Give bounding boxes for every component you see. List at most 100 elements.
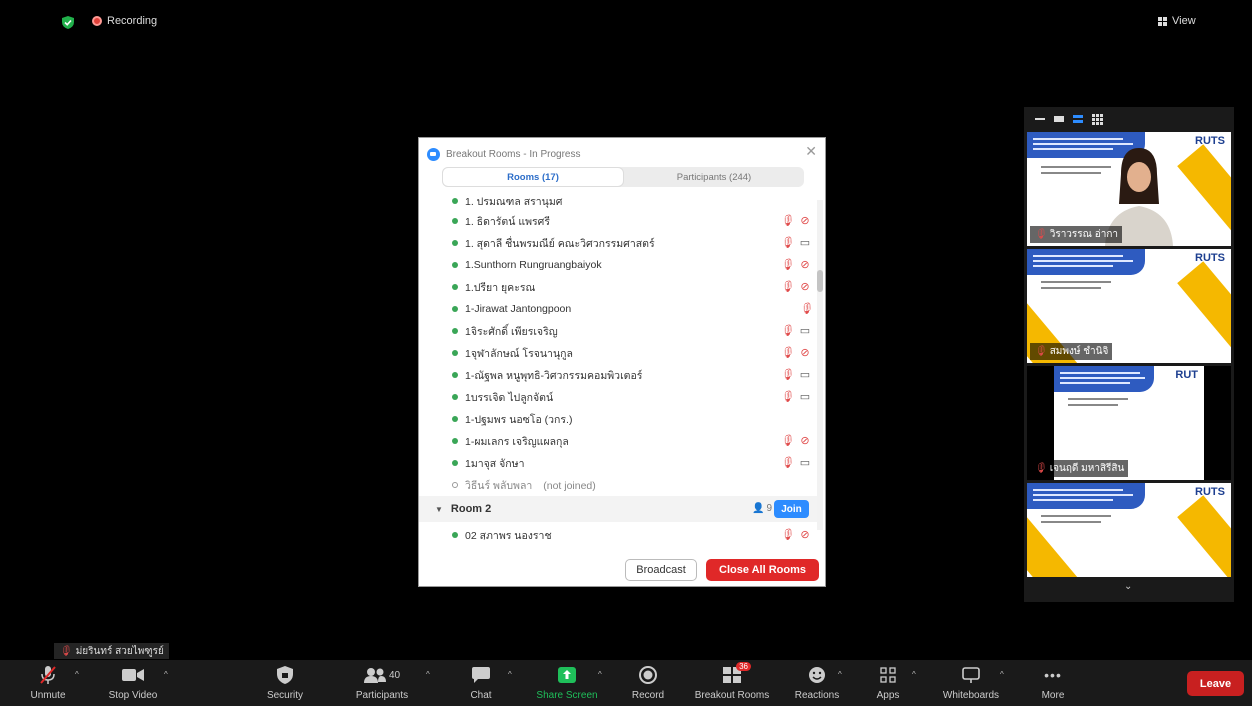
broadcast-button[interactable]: Broadcast (625, 559, 697, 581)
muted-mic-icon: 🎙 (780, 391, 794, 403)
chevron-up-icon[interactable]: ^ (75, 670, 79, 679)
list-item[interactable]: 1.ปรียา ยุคะรณ 🎙 ⊘ (419, 276, 817, 298)
chevron-up-icon[interactable]: ^ (508, 670, 512, 679)
status-dot-icon (452, 350, 458, 356)
gallery-grid-icon[interactable] (1092, 113, 1103, 125)
list-item[interactable]: 1บรรเจิด ไปลูกจัตน์ 🎙 ▭ (419, 386, 817, 408)
list-item[interactable]: 1-ปฐมพร นอซโอ (วกร.) (419, 408, 817, 430)
self-name: ม่ยรินทร์ สวยไพฑูรย์ (75, 645, 164, 657)
apps-label: Apps (876, 690, 900, 701)
list-item-not-joined[interactable]: วิธีนร์ พลับพลา (not joined) (419, 474, 817, 496)
breakout-rooms-label: Breakout Rooms (694, 690, 770, 701)
unmute-button[interactable]: Unmute (26, 660, 70, 706)
room-member-list: 1. ปรมณฑล สรานุมศ 1. ธิดารัตน์ แพรศรี 🎙 … (419, 190, 827, 540)
slide-decoration (1177, 144, 1231, 246)
list-scrollbar[interactable] (817, 200, 823, 530)
tab-rooms[interactable]: Rooms (17) (442, 167, 624, 187)
unmute-label: Unmute (30, 690, 66, 701)
chevron-up-icon[interactable]: ^ (164, 670, 168, 679)
list-item[interactable]: 1. สุดาลี ชื่นพรมณีย์ คณะวิศวกรรมศาสตร์ … (419, 232, 817, 254)
whiteboards-button[interactable]: Whiteboards (936, 660, 1006, 706)
member-name: วิธีนร์ พลับพลา (not joined) (465, 477, 817, 494)
list-item[interactable]: 1.Sunthorn Rungruangbaiyok 🎙 ⊘ (419, 254, 817, 276)
video-on-icon: ▭ (799, 457, 811, 469)
single-tile-icon[interactable] (1054, 116, 1064, 122)
member-name: 1-ผมเลกร เจริญแผลกุล (465, 435, 569, 448)
ruts-logo: RUTS (1195, 486, 1225, 498)
list-item[interactable]: 1-ผมเลกร เจริญแผลกุล 🎙 ⊘ (419, 430, 817, 452)
list-item[interactable]: 1จิระศักดิ์ เพียรเจริญ 🎙 ▭ (419, 320, 817, 342)
person-icon: 👤 (752, 503, 765, 514)
video-tile[interactable]: RUTS (1027, 483, 1231, 577)
view-button[interactable]: View (1158, 15, 1196, 27)
chevron-up-icon[interactable]: ^ (912, 670, 916, 679)
muted-mic-icon: 🎙 (1034, 463, 1047, 474)
list-item[interactable]: 02 สุภาพร นองราช 🎙 ⊘ (419, 524, 817, 540)
slide-banner (1027, 483, 1145, 509)
list-item[interactable]: 1จุฬาลักษณ์ โรจนานุกูล 🎙 ⊘ (419, 342, 817, 364)
muted-mic-icon: 🎙 (59, 645, 72, 657)
stop-video-label: Stop Video (108, 690, 158, 701)
more-button[interactable]: ••• More (1036, 660, 1070, 706)
record-label: Record (631, 690, 665, 701)
ruts-logo: RUT (1175, 369, 1198, 381)
chevron-up-icon[interactable]: ^ (598, 670, 602, 679)
security-button[interactable]: Security (262, 660, 308, 706)
status-dot-icon (452, 328, 458, 334)
participants-button[interactable]: 40 Participants (352, 660, 412, 706)
muted-mic-icon: 🎙 (780, 347, 794, 359)
video-off-icon: ⊘ (800, 529, 810, 540)
dialog-title-bar: Breakout Rooms - In Progress (427, 146, 581, 162)
video-off-icon: ⊘ (800, 347, 810, 359)
security-shield-icon (277, 664, 293, 686)
video-on-icon: ▭ (799, 237, 811, 249)
chat-button[interactable]: Chat (466, 660, 496, 706)
slide-banner (1054, 366, 1154, 392)
recording-indicator[interactable]: Recording (92, 15, 157, 27)
list-item[interactable]: 1-Jirawat Jantongpoon 🎙 (419, 298, 817, 320)
close-icon[interactable]: ✕ (805, 144, 817, 158)
chevron-up-icon[interactable]: ^ (1000, 670, 1004, 679)
chevron-down-icon[interactable]: ⌄ (1124, 581, 1132, 592)
video-tile[interactable]: RUTS 🎙 สมพงษ์ ชำนิจิ (1027, 249, 1231, 363)
participant-name-label: 🎙 สมพงษ์ ชำนิจิ (1030, 343, 1113, 360)
muted-mic-icon: 🎙 (780, 215, 794, 227)
breakout-rooms-button[interactable]: 36 Breakout Rooms (690, 660, 774, 706)
tab-participants[interactable]: Participants (244) (624, 167, 804, 187)
status-dot-icon (452, 306, 458, 312)
list-item[interactable]: 1-ณัฐพล หนูพุทธิ-วิศวกรรมคอมพิวเตอร์ 🎙 ▭ (419, 364, 817, 386)
chevron-down-icon[interactable]: ▼ (435, 505, 443, 514)
leave-button[interactable]: Leave (1187, 671, 1244, 696)
record-button[interactable]: Record (628, 660, 668, 706)
muted-mic-icon: 🎙 (780, 237, 794, 249)
chevron-up-icon[interactable]: ^ (426, 670, 430, 679)
member-name: 1. ปรมณฑล สรานุมศ (465, 195, 563, 208)
speaker-list-icon[interactable] (1073, 115, 1083, 123)
share-screen-button[interactable]: Share Screen (532, 660, 602, 706)
close-all-rooms-button[interactable]: Close All Rooms (706, 559, 819, 581)
status-dot-icon (452, 262, 458, 268)
minimize-icon[interactable] (1035, 118, 1045, 120)
chevron-up-icon[interactable]: ^ (838, 670, 842, 679)
video-tile[interactable]: RUT 🎙 เจนฤดี มหาสิรีสิน (1027, 366, 1231, 480)
list-item[interactable]: 1. ธิดารัตน์ แพรศรี 🎙 ⊘ (419, 210, 817, 232)
chat-label: Chat (470, 690, 492, 701)
status-dot-icon (452, 416, 458, 422)
encryption-shield-icon[interactable] (62, 16, 74, 29)
room-2-header[interactable]: ▼ Room 2 👤 9 Join (419, 496, 817, 522)
reactions-button[interactable]: Reactions (792, 660, 842, 706)
video-gallery-column: RUTS 🎙 วิราวรรณ อ่ากา RUTS 🎙 สมพงษ์ ชำนิ… (1024, 107, 1234, 602)
join-room-button[interactable]: Join (774, 500, 809, 518)
video-tile[interactable]: RUTS 🎙 วิราวรรณ อ่ากา (1027, 132, 1231, 246)
list-item[interactable]: 1. ปรมณฑล สรานุมศ (419, 190, 817, 212)
stop-video-button[interactable]: Stop Video (104, 660, 162, 706)
list-item[interactable]: 1มาจุส จักษา 🎙 ▭ (419, 452, 817, 474)
scrollbar-thumb[interactable] (817, 270, 823, 292)
apps-button[interactable]: Apps (872, 660, 904, 706)
grid-view-icon (1158, 16, 1168, 26)
slide-decoration (1177, 495, 1231, 577)
muted-mic-icon: 🎙 (780, 529, 794, 540)
status-dot-icon (452, 284, 458, 290)
reactions-label: Reactions (794, 690, 840, 701)
participant-name: วิราวรรณ อ่ากา (1049, 229, 1119, 240)
